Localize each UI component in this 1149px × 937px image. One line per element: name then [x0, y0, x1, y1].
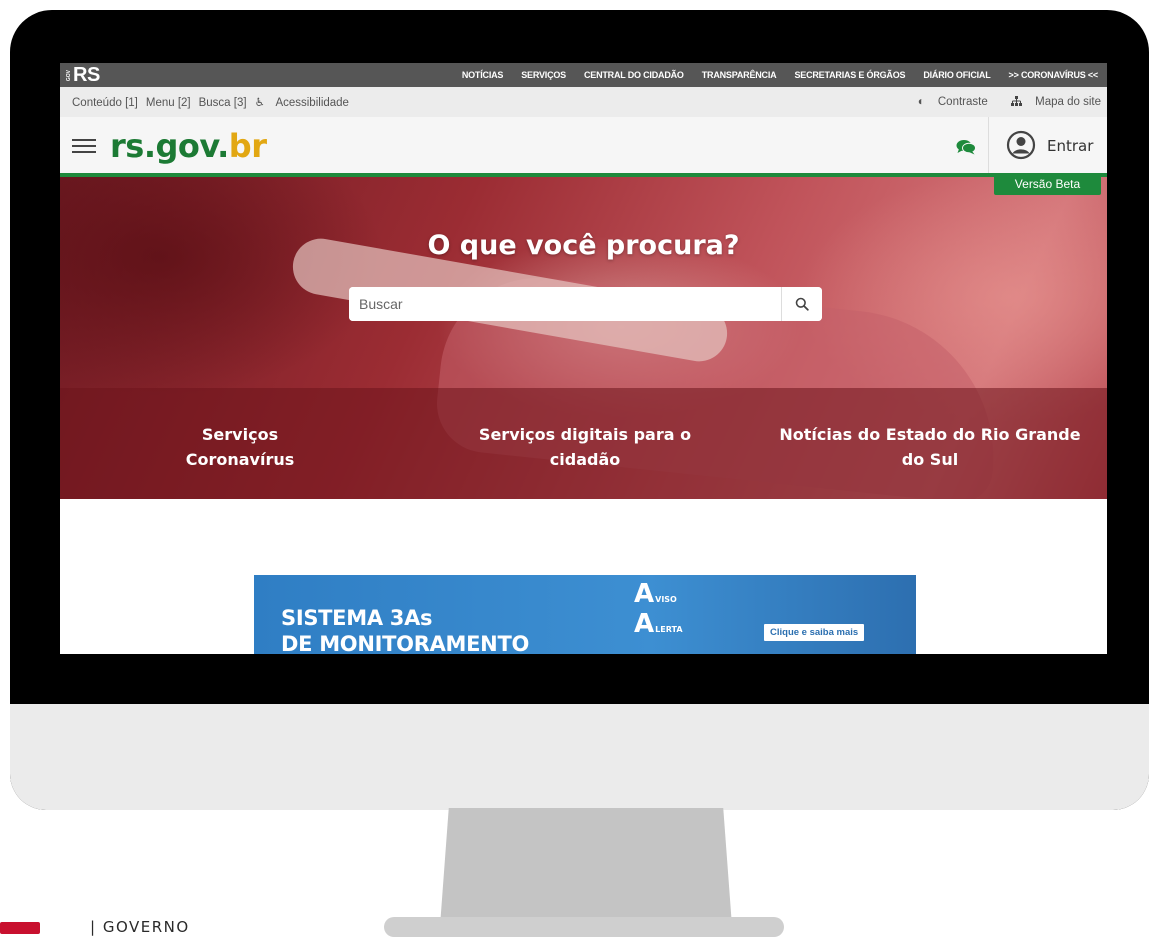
search-box	[349, 287, 822, 321]
monitoring-banner[interactable]: SISTEMA 3As DE MONITORAMENTO AVISO ALERT…	[254, 575, 916, 654]
contrast-label: Contraste	[937, 96, 988, 108]
skip-search-link[interactable]: Busca [3]	[199, 97, 247, 109]
sitemap-icon	[1008, 96, 1025, 108]
header-divider	[988, 117, 989, 173]
nav-central-do-cidadao[interactable]: CENTRAL DO CIDADÃO	[575, 70, 693, 80]
link-noticias-estado[interactable]: Notícias do Estado do Rio Grande do Sul	[775, 422, 1085, 472]
hero-quick-links: Serviços Coronavírus Serviços digitais p…	[60, 388, 1107, 499]
banner-cta-button[interactable]: Clique e saiba mais	[764, 624, 865, 641]
nav-diario-oficial[interactable]: DIÁRIO OFICIAL	[914, 70, 999, 80]
sitemap-link[interactable]: Mapa do site	[998, 96, 1101, 108]
banner-title-line1: SISTEMA 3As	[281, 606, 433, 630]
monitor-chin	[10, 704, 1149, 810]
link-servicos-digitais[interactable]: Serviços digitais para o cidadão	[445, 422, 725, 472]
nav-secretarias[interactable]: SECRETARIAS E ÓRGÃOS	[785, 70, 914, 80]
site-logo[interactable]: rs.gov.br	[110, 127, 267, 165]
logo-br: br	[228, 127, 267, 165]
banner-title-line2: DE MONITORAMENTO	[281, 632, 530, 654]
search-input[interactable]	[349, 287, 781, 321]
skip-menu-link[interactable]: Menu [2]	[146, 97, 191, 109]
accessibility-label: Acessibilidade	[275, 97, 349, 109]
rs-logo-gov: GOV	[66, 70, 72, 82]
contrast-link[interactable]: ◐ Contraste	[908, 96, 988, 108]
logo-gov: .gov.	[143, 127, 229, 165]
sitemap-label: Mapa do site	[1035, 96, 1101, 108]
rs-logo[interactable]: GOVRS	[66, 64, 100, 87]
logo-rs: rs	[110, 127, 144, 165]
monitor-stand-neck	[440, 808, 732, 926]
banner-alerta-text: LERTA	[655, 625, 683, 634]
chat-icon[interactable]	[956, 139, 976, 155]
nav-noticias[interactable]: NOTÍCIAS	[453, 70, 512, 80]
search-icon	[795, 297, 809, 311]
nav-transparencia[interactable]: TRANSPARÊNCIA	[693, 70, 786, 80]
nav-servicos[interactable]: SERVIÇOS	[512, 70, 575, 80]
nav-coronavirus[interactable]: >> CORONAVÍRUS <<	[1000, 70, 1107, 80]
accessibility-bar: Conteúdo [1] Menu [2] Busca [3] ♿︎ Acessibi…	[60, 87, 1107, 117]
governo-label: | GOVERNO	[90, 918, 190, 936]
top-nav-bar: GOVRS NOTÍCIAS SERVIÇOS CENTRAL DO CIDAD…	[60, 63, 1107, 87]
site-header: rs.gov.br Entrar	[60, 117, 1107, 177]
hero-title: O que você procura?	[427, 230, 740, 261]
monitor-stand-base	[384, 917, 784, 937]
banner-title: SISTEMA 3As DE MONITORAMENTO	[281, 605, 529, 654]
accessibility-link[interactable]: ♿︎ Acessibilidade	[255, 97, 357, 109]
rs-logo-text: RS	[73, 64, 100, 86]
search-button[interactable]	[781, 287, 822, 321]
hero-search-section: O que você procura? Serviços Coronavírus…	[60, 177, 1107, 499]
link-servicos-coronavirus[interactable]: Serviços Coronavírus	[150, 422, 330, 472]
banner-aviso: AVISO	[634, 579, 677, 609]
contrast-icon: ◐	[917, 96, 925, 108]
hamburger-menu-icon[interactable]	[72, 139, 96, 153]
user-account-icon[interactable]	[1006, 130, 1036, 160]
governo-logo-mark	[0, 922, 40, 934]
beta-badge: Versão Beta	[994, 175, 1101, 195]
banner-alerta: ALERTA	[634, 609, 683, 639]
login-button[interactable]: Entrar	[1047, 137, 1093, 155]
browser-screen: GOVRS NOTÍCIAS SERVIÇOS CENTRAL DO CIDAD…	[60, 63, 1107, 654]
banner-aviso-text: VISO	[655, 595, 677, 604]
wheelchair-icon: ♿︎	[254, 97, 265, 109]
top-nav-links: NOTÍCIAS SERVIÇOS CENTRAL DO CIDADÃO TRA…	[453, 63, 1107, 87]
skip-content-link[interactable]: Conteúdo [1]	[72, 97, 138, 109]
